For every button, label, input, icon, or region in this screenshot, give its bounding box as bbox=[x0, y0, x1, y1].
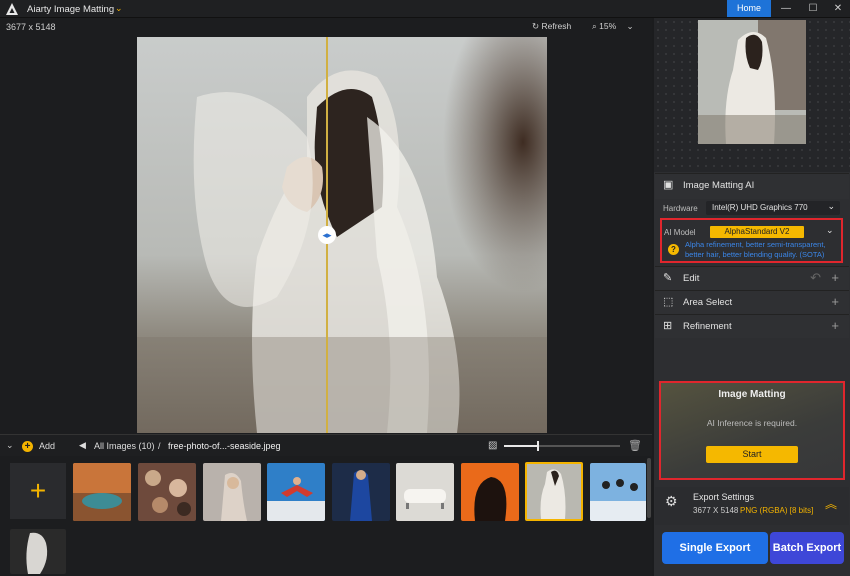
plus-icon[interactable]: + bbox=[831, 294, 839, 309]
add-image-tile[interactable]: + bbox=[10, 463, 66, 519]
zoom-level: 15% bbox=[599, 21, 617, 31]
thumbnail-image[interactable] bbox=[461, 463, 519, 521]
single-export-button[interactable]: Single Export bbox=[662, 532, 768, 564]
chevron-down-icon: ⌄ bbox=[626, 21, 634, 31]
refinement-section[interactable]: ⊞ Refinement + bbox=[655, 314, 849, 338]
add-icon[interactable]: + bbox=[22, 441, 33, 452]
image-dimensions: 3677 x 5148 bbox=[6, 22, 56, 32]
image-icon: ▣ bbox=[663, 179, 674, 191]
thumbnail-image[interactable] bbox=[332, 463, 390, 521]
section-title: Image Matting AI bbox=[683, 180, 755, 191]
matting-message: AI Inference is required. bbox=[706, 418, 798, 428]
help-icon[interactable]: ? bbox=[668, 244, 679, 255]
thumbnail-image[interactable] bbox=[203, 463, 261, 521]
zoom-icon: ⌕ bbox=[592, 21, 597, 31]
thumbnail-size-slider[interactable] bbox=[504, 441, 620, 451]
plus-icon[interactable]: + bbox=[831, 318, 839, 333]
main-photo[interactable] bbox=[137, 37, 547, 433]
current-file-name: free-photo-of...-seaside.jpeg bbox=[168, 441, 281, 451]
export-format: PNG (RGBA) [8 bits] bbox=[740, 506, 814, 515]
edit-icon: ✎ bbox=[663, 272, 673, 284]
chevron-up-icon[interactable]: ︽ bbox=[825, 495, 837, 512]
slider-handle[interactable] bbox=[537, 441, 539, 451]
preview-thumbnail bbox=[698, 20, 806, 144]
edit-section[interactable]: ✎ Edit ↶ + bbox=[655, 266, 849, 290]
thumbnail-image[interactable] bbox=[10, 529, 66, 574]
export-dimensions: 3677 X 5148 bbox=[693, 506, 739, 515]
ai-model-description: Alpha refinement, better semi-transparen… bbox=[685, 240, 826, 259]
slider-fill bbox=[504, 445, 538, 447]
image-size-icon: ▨ bbox=[488, 440, 498, 451]
add-label[interactable]: Add bbox=[39, 441, 55, 451]
thumbnail-image[interactable] bbox=[267, 463, 325, 521]
export-settings[interactable]: ⚙ Export Settings 3677 X 5148 PNG (RGBA)… bbox=[655, 487, 849, 525]
title-bar bbox=[0, 0, 850, 18]
thumbnail-image-selected[interactable] bbox=[525, 462, 583, 521]
export-settings-title: Export Settings bbox=[693, 492, 755, 502]
edit-label: Edit bbox=[683, 273, 700, 284]
app-title: Aiarty Image Matting bbox=[27, 4, 115, 15]
refinement-icon: ⊞ bbox=[663, 320, 673, 332]
matting-title: Image Matting bbox=[718, 389, 786, 400]
ai-model-select[interactable]: AlphaStandard V2 bbox=[710, 226, 804, 238]
thumbnail-image[interactable] bbox=[138, 463, 196, 521]
batch-export-button[interactable]: Batch Export bbox=[770, 532, 844, 564]
ai-model-label: AI Model bbox=[664, 228, 696, 237]
refresh-button[interactable]: ↻ Refresh bbox=[532, 21, 571, 32]
close-icon[interactable]: ✕ bbox=[830, 2, 846, 16]
zoom-control[interactable]: ⌕ 15% ⌄ bbox=[592, 21, 634, 32]
refresh-icon: ↻ bbox=[532, 21, 540, 31]
refinement-label: Refinement bbox=[683, 321, 732, 332]
area-select-label: Area Select bbox=[683, 297, 733, 308]
trash-icon[interactable]: 🗑 bbox=[628, 439, 642, 452]
image-matting-ai-section: ▣ Image Matting AI bbox=[655, 173, 849, 199]
ai-model-value: AlphaStandard V2 bbox=[724, 227, 790, 236]
chevron-down-icon[interactable]: ⌄ bbox=[115, 3, 123, 14]
refresh-label: Refresh bbox=[541, 21, 572, 31]
breadcrumb-separator: / bbox=[158, 441, 161, 451]
plus-icon[interactable]: + bbox=[831, 270, 839, 285]
chevron-down-icon: ⌄ bbox=[827, 201, 835, 211]
thumbnail-image[interactable] bbox=[73, 463, 131, 521]
maximize-icon[interactable]: ☐ bbox=[805, 2, 821, 16]
collapse-icon[interactable]: ⌄ bbox=[6, 440, 14, 451]
hardware-label: Hardware bbox=[663, 204, 698, 213]
minimize-icon[interactable]: — bbox=[778, 2, 794, 16]
undo-icon[interactable]: ↶ bbox=[810, 270, 821, 286]
chevron-down-icon[interactable]: ⌄ bbox=[826, 225, 834, 236]
start-button[interactable]: Start bbox=[706, 446, 798, 463]
filmstrip-scrollbar[interactable] bbox=[647, 458, 651, 518]
back-arrow-icon[interactable]: ◀ bbox=[79, 440, 86, 451]
compare-handle-icon[interactable]: ◂▸ bbox=[318, 226, 336, 244]
export-settings-icon: ⚙ bbox=[665, 493, 678, 509]
app-logo-icon bbox=[6, 3, 18, 15]
home-button[interactable]: Home bbox=[727, 0, 771, 17]
hardware-value: Intel(R) UHD Graphics 770 bbox=[712, 203, 808, 212]
hardware-select[interactable]: Intel(R) UHD Graphics 770 ⌄ bbox=[706, 201, 840, 215]
all-images-link[interactable]: All Images (10) bbox=[94, 441, 155, 451]
area-select-section[interactable]: ⬚ Area Select + bbox=[655, 290, 849, 314]
thumbnail-image[interactable] bbox=[396, 463, 454, 521]
area-select-icon: ⬚ bbox=[663, 296, 674, 308]
thumbnail-image[interactable] bbox=[590, 463, 646, 521]
